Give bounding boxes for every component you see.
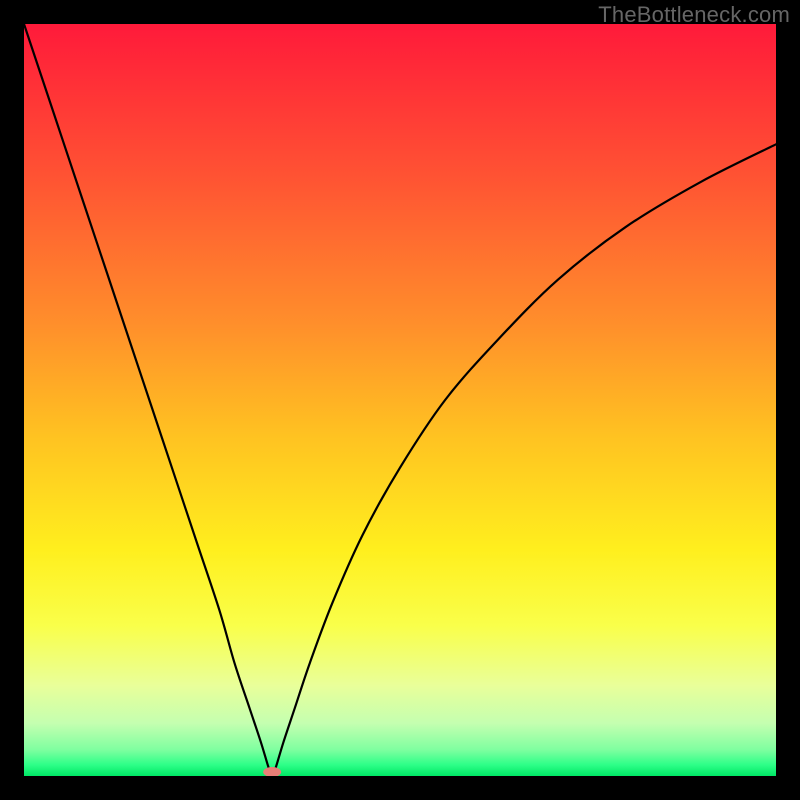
bottleneck-chart — [24, 24, 776, 776]
watermark-text: TheBottleneck.com — [598, 2, 790, 28]
chart-frame — [24, 24, 776, 776]
chart-background — [24, 24, 776, 776]
